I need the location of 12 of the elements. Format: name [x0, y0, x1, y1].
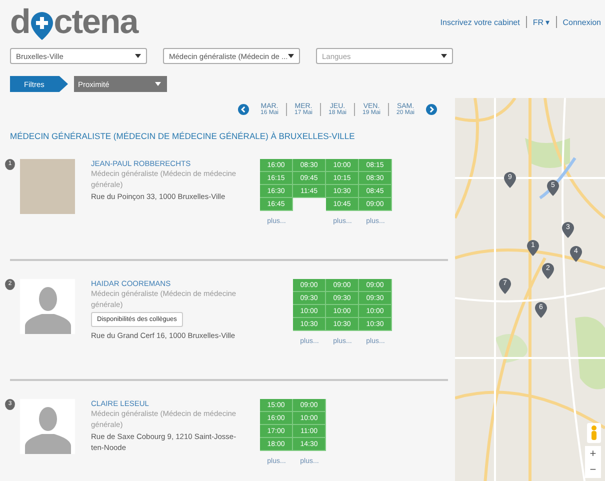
logo-text[interactable]: ctena	[54, 7, 138, 37]
nav-link[interactable]: Inscrivez votre cabinet	[440, 18, 520, 26]
results-heading: MÉDECIN GÉNÉRALISTE (MÉDECIN DE MÉDECINE GÉNÉRALE) À BRUXELLES-VILLE	[10, 131, 356, 141]
caret-icon[interactable]	[135, 54, 141, 58]
language-menu[interactable]: FR ▾	[532, 18, 550, 26]
medical-pin-icon	[30, 11, 54, 41]
caret-icon[interactable]	[288, 54, 294, 58]
map-zoom-button[interactable]: −	[585, 462, 601, 478]
map-zoom-button[interactable]: +	[585, 446, 601, 462]
nav-link[interactable]: Connexion	[562, 18, 601, 26]
logo-text[interactable]: d	[10, 7, 30, 37]
caret-icon[interactable]	[441, 54, 447, 58]
